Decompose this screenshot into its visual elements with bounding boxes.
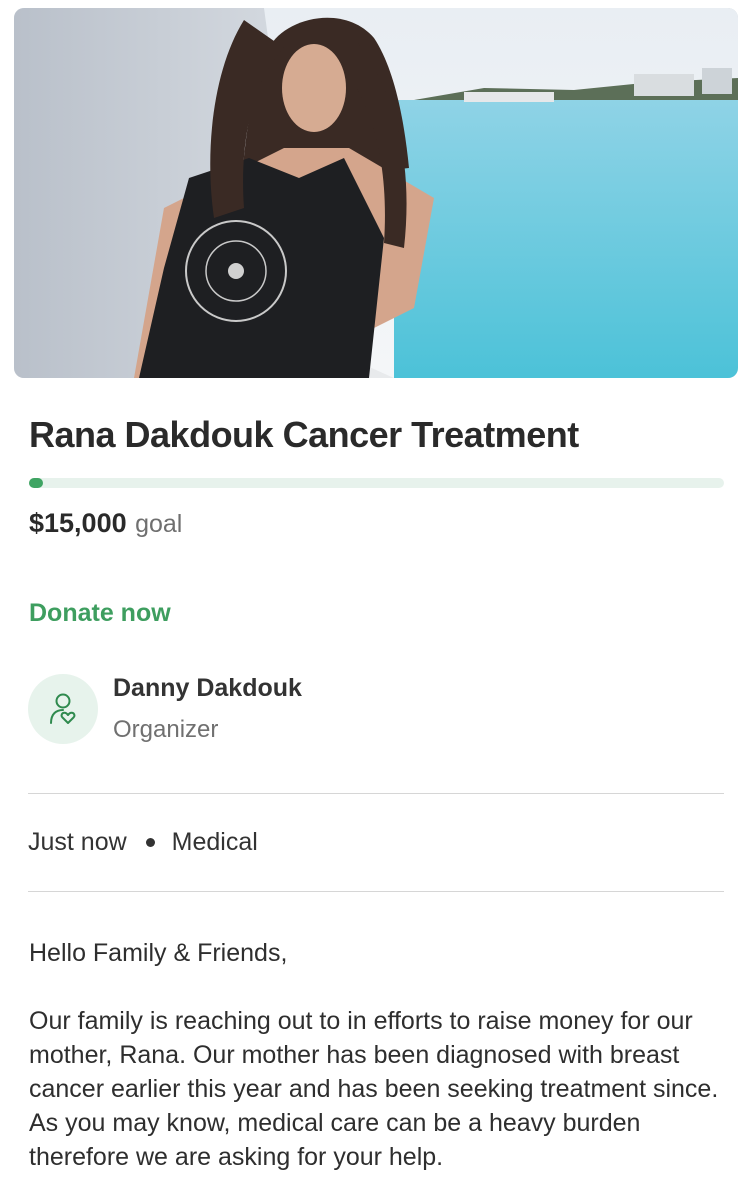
organizer-role: Organizer xyxy=(113,716,219,743)
separator-dot-icon xyxy=(145,838,155,847)
donate-now-link[interactable]: Donate now xyxy=(29,599,171,628)
posted-time: Just now xyxy=(28,828,127,856)
category-link[interactable]: Medical xyxy=(172,828,258,857)
goal-amount: $15,000 xyxy=(29,508,127,538)
organizer-name: Danny Dakdouk xyxy=(113,674,302,702)
goal-label: goal xyxy=(135,510,183,538)
progress-bar xyxy=(29,478,724,488)
goal-summary: $15,000 goal xyxy=(29,508,182,539)
fundraiser-page: Rana Dakdouk Cancer Treatment $15,000 go… xyxy=(0,0,752,1200)
story-paragraph: Our family is reaching out to in efforts… xyxy=(29,1007,719,1171)
story-greeting: Hello Family & Friends, xyxy=(29,939,288,967)
campaign-meta: Just now Medical xyxy=(28,828,258,857)
progress-bar-fill xyxy=(29,478,43,488)
person-heart-icon xyxy=(50,693,76,724)
cover-photo xyxy=(14,8,738,378)
divider xyxy=(28,891,724,892)
organizer-avatar xyxy=(28,674,98,744)
organizer-card[interactable]: Danny Dakdouk Organizer xyxy=(28,674,724,750)
campaign-story: Hello Family & Friends, Our family is re… xyxy=(29,936,729,1200)
divider xyxy=(28,793,724,794)
campaign-title: Rana Dakdouk Cancer Treatment xyxy=(29,414,579,455)
